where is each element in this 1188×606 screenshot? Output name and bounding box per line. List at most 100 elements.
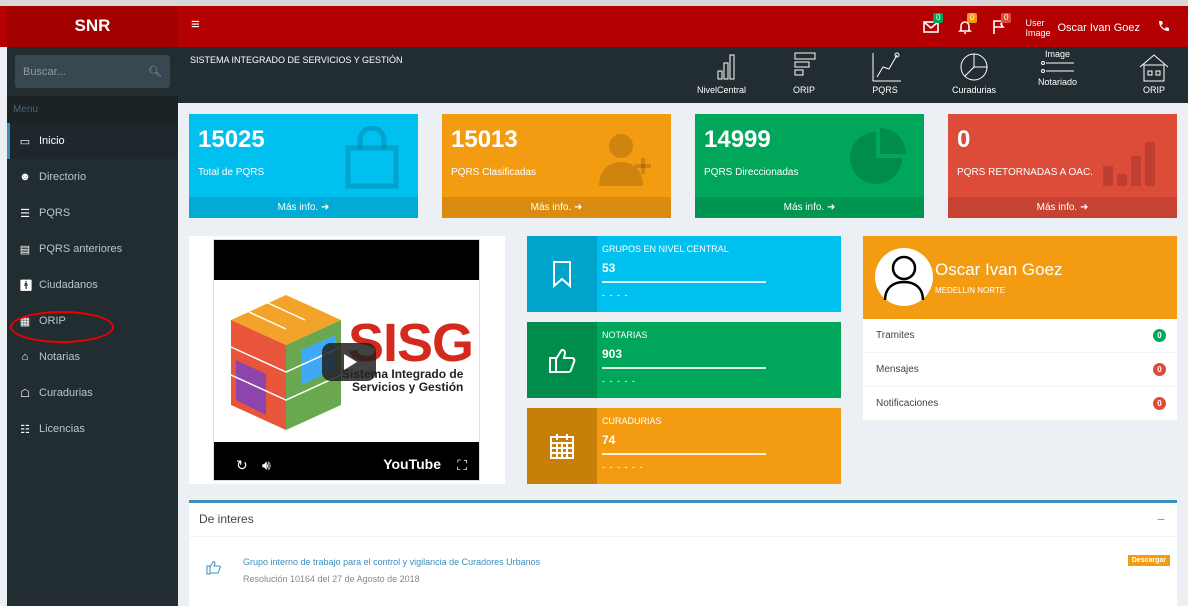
search-input[interactable]: Buscar... 🔍︎ <box>15 55 170 88</box>
youtube-logo[interactable]: YouTube <box>383 456 441 472</box>
orip-highlight-annotation <box>10 311 114 343</box>
sidebar: Buscar... 🔍︎ Menu ▭ Inicio ☻ Directorio … <box>7 47 178 606</box>
notifications-badge: 0 <box>967 13 978 23</box>
avatar <box>875 248 933 306</box>
sidebar-item-notarias[interactable]: ⌂ Notarias <box>7 339 178 375</box>
phone-button[interactable] <box>1156 19 1174 37</box>
profile-row-notificaciones[interactable]: Notificaciones 0 <box>863 387 1177 421</box>
thumbs-up-icon <box>549 348 576 373</box>
download-button[interactable]: Descargar <box>1127 555 1170 566</box>
sidebar-item-pqrs[interactable]: ☰ PQRS <box>7 195 178 231</box>
content-header: SISTEMA INTEGRADO DE SERVICIOS Y GESTIÓN… <box>178 47 1188 103</box>
thumbs-up-outline-icon <box>206 561 221 575</box>
info-box-icon <box>527 322 597 398</box>
info-box-curadurias: CURADURIAS 74 - - - - - - <box>527 408 841 484</box>
menu-header: Menu <box>7 96 178 123</box>
stat-value: 15013 <box>451 126 518 153</box>
more-info-link[interactable]: Más info. ➜ <box>695 197 924 218</box>
nav-label: ORIP <box>1142 85 1165 95</box>
sidebar-item-licencias[interactable]: ☷ Licencias <box>7 411 178 447</box>
nav-pqrs[interactable]: PQRS <box>867 49 903 95</box>
arrow-circle-right-icon: ➜ <box>826 202 836 213</box>
user-menu[interactable]: User Image Oscar Ivan Goez <box>1025 18 1140 38</box>
profile-row-mensajes[interactable]: Mensajes 0 <box>863 353 1177 387</box>
sidebar-item-ciudadanos[interactable]: 🚹︎ Ciudadanos <box>7 267 178 303</box>
user-plus-icon <box>599 134 651 186</box>
user-avatar: User Image <box>1025 18 1051 38</box>
messages-badge: 0 <box>933 13 944 23</box>
home-icon: ☖ <box>20 387 30 400</box>
calendar-icon <box>550 434 574 459</box>
profile-header: Oscar Ivan Goez MEDELLIN NORTE <box>863 236 1177 319</box>
info-box-progress <box>602 281 766 283</box>
info-box-progress <box>602 453 766 455</box>
sidebar-item-label: Licencias <box>39 423 85 435</box>
sidebar-item-label: PQRS <box>39 207 71 219</box>
bar-chart-icon <box>1103 142 1155 186</box>
profile-row-tramites[interactable]: Tramites 0 <box>863 319 1177 353</box>
search-icon[interactable]: 🔍︎ <box>148 65 162 78</box>
male-icon: 🚹︎ <box>19 279 33 292</box>
nav-notariado[interactable]: Image Notariado <box>1038 49 1077 87</box>
interest-panel: De interes − Grupo interno de trabajo pa… <box>189 500 1177 606</box>
arrow-circle-right-icon: ➜ <box>320 202 330 213</box>
replay-icon[interactable]: ↻ <box>236 457 248 474</box>
info-box-number: 74 <box>602 433 616 447</box>
row-label: Mensajes <box>876 364 919 375</box>
notifications-button[interactable]: 0 <box>957 13 978 37</box>
stat-value: 0 <box>957 126 971 153</box>
tasks-badge: 0 <box>1001 13 1012 23</box>
youtube-player[interactable]: SISG Sistema Integrado de Servicios y Ge… <box>213 239 480 481</box>
interest-item-title[interactable]: Grupo interno de trabajo para el control… <box>243 557 540 567</box>
sidebar-item-inicio[interactable]: ▭ Inicio <box>7 123 178 159</box>
sidebar-item-curadurias[interactable]: ☖ Curadurias <box>7 375 178 411</box>
list-lines-icon <box>1040 61 1074 73</box>
nav-label: Notariado <box>1038 77 1078 87</box>
messages-button[interactable]: 0 <box>923 13 944 37</box>
stat-total-pqrs: 15025 Total de PQRS Más info. ➜ <box>189 114 418 218</box>
arrow-circle-right-icon: ➜ <box>573 202 583 213</box>
more-info-link[interactable]: Más info. ➜ <box>189 197 418 218</box>
info-box-title: NOTARIAS <box>602 330 648 340</box>
logo[interactable]: SNR <box>7 6 178 47</box>
nav-image-alt: Image <box>1045 49 1071 59</box>
nav-orip[interactable]: ORIP <box>786 49 822 95</box>
video-panel: SISG Sistema Integrado de Servicios y Ge… <box>189 236 505 484</box>
more-info-link[interactable]: Más info. ➜ <box>442 197 671 218</box>
nav-nivelcentral[interactable]: NivelCentral <box>697 49 746 95</box>
info-box-number: 903 <box>602 347 623 361</box>
bookmark-icon <box>553 261 571 289</box>
interest-item-subtitle: Resolución 10164 del 27 de Agosto de 201… <box>243 574 420 584</box>
tasks-button[interactable]: 0 <box>991 13 1012 37</box>
fullscreen-icon[interactable]: ⛶ <box>457 457 467 474</box>
sidebar-item-directorio[interactable]: ☻ Directorio <box>7 159 178 195</box>
list-icon: ☰ <box>20 207 30 220</box>
pie-chart-icon <box>960 53 988 81</box>
menu-toggle-button[interactable]: ≡ <box>191 16 200 33</box>
nav-orip-home[interactable]: ORIP <box>1136 49 1172 95</box>
users-icon: ☻ <box>19 171 31 183</box>
nav-curadurias[interactable]: Curadurias <box>952 49 996 95</box>
info-box-icon <box>527 408 597 484</box>
search-placeholder: Buscar... <box>23 65 66 78</box>
sidebar-item-label: Curadurias <box>39 387 93 399</box>
pie-chart-icon <box>850 128 906 184</box>
info-box-description: - - - - <box>602 290 629 300</box>
count-badge: 0 <box>1153 329 1166 342</box>
minimize-button[interactable]: − <box>1157 511 1165 527</box>
play-button[interactable] <box>322 343 376 381</box>
stat-label: PQRS Clasificadas <box>451 167 537 178</box>
row-label: Notificaciones <box>876 398 939 409</box>
profile-name: Oscar Ivan Goez <box>935 260 1063 279</box>
bank-icon: ⌂ <box>21 351 29 363</box>
file-icon: ☷ <box>20 423 30 436</box>
info-box-grupos: GRUPOS EN NIVEL CENTRAL 53 - - - - <box>527 236 841 312</box>
sidebar-item-pqrs-anteriores[interactable]: ▤ PQRS anteriores <box>7 231 178 267</box>
volume-icon[interactable]: 🔊︎ <box>262 457 271 474</box>
stat-pqrs-direccionadas: 14999 PQRS Direccionadas Más info. ➜ <box>695 114 924 218</box>
row-label: Tramites <box>876 330 915 341</box>
stat-label: PQRS Direccionadas <box>704 167 799 178</box>
more-info-link[interactable]: Más info. ➜ <box>948 197 1177 218</box>
stat-value: 15025 <box>198 126 265 153</box>
top-navbar: SNR ≡ 0 0 0 User Image Oscar Ivan Goez <box>0 0 1188 47</box>
